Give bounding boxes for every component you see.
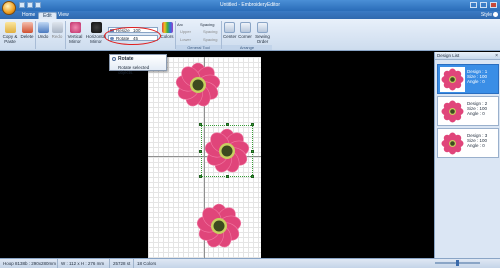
colors-label: Colors (160, 34, 174, 39)
copy-paste-label: Copy & Paste (2, 34, 18, 44)
tooltip-title: Rotate (118, 56, 134, 62)
design-angle: Angle : 0 (467, 111, 485, 116)
design-list-title: Design List (437, 53, 460, 58)
zoom-slider[interactable] (435, 260, 480, 266)
tab-home[interactable]: Home (18, 12, 39, 19)
style-menu[interactable]: Style (481, 12, 492, 19)
application-menu-button[interactable] (2, 1, 16, 15)
selection-box (201, 125, 253, 177)
flower-design-1[interactable] (172, 60, 224, 110)
arc-label: Arc (177, 22, 183, 27)
window-title: Untitled - EmbroideryEditor (219, 2, 281, 8)
close-button[interactable] (490, 2, 497, 8)
resize-handle[interactable] (251, 123, 254, 126)
status-hoop: Hoop 8138b : 290x280mm (0, 259, 58, 268)
resize-handle[interactable] (226, 123, 229, 126)
undo-button[interactable]: Undo (37, 22, 49, 39)
design-list-item[interactable]: Design : 1 Size : 100 Angle : 0 (437, 64, 499, 94)
spacing-a-button[interactable]: Spacing (203, 29, 217, 34)
design-thumbnail (440, 99, 465, 124)
flower-design-3[interactable] (193, 200, 245, 252)
center-label: Center (223, 34, 237, 39)
zoom-slider-thumb[interactable] (456, 260, 459, 266)
resize-handle[interactable] (199, 150, 202, 153)
delete-button[interactable]: Delete (20, 22, 34, 39)
corner-button[interactable]: Corner (238, 22, 252, 39)
help-icon[interactable] (493, 12, 498, 17)
vertical-mirror-icon (69, 22, 81, 33)
corner-label: Corner (238, 34, 252, 39)
status-dimensions: W : 112 x H : 276 mm (58, 259, 110, 268)
resize-handle[interactable] (251, 175, 254, 178)
resize-handle[interactable] (199, 175, 202, 178)
design-info: Design : 3 Size : 100 Angle : 0 (467, 133, 487, 148)
arc-lower-button[interactable]: Lower (180, 37, 191, 42)
sewing-order-icon (257, 22, 268, 33)
tooltip-title-row: Rotate (112, 56, 164, 62)
window-controls (470, 2, 497, 8)
delete-icon (21, 22, 33, 33)
colors-button[interactable]: Colors (160, 22, 174, 39)
redo-button[interactable]: Redo (51, 22, 63, 39)
status-stitch-count: 25728 st (110, 259, 134, 268)
design-list-panel: Design List × Design : 1 Size : 100 Angl… (434, 52, 500, 258)
design-angle: Angle : 0 (467, 143, 485, 148)
design-thumbnail (440, 131, 465, 156)
design-list-header: Design List × (435, 52, 500, 60)
status-bar: Hoop 8138b : 290x280mm W : 112 x H : 276… (0, 258, 500, 268)
design-info: Design : 1 Size : 100 Angle : 0 (467, 69, 487, 84)
spacing-label: Spacing (200, 22, 215, 27)
resize-handle[interactable] (199, 123, 202, 126)
vertical-mirror-label: Vertical Mirror (67, 34, 83, 44)
redo-label: Redo (51, 34, 63, 39)
design-list-item[interactable]: Design : 2 Size : 100 Angle : 0 (437, 96, 499, 126)
arc-upper-button[interactable]: Upper (180, 29, 191, 34)
minimize-button[interactable] (470, 2, 477, 8)
ribbon: Copy & Paste Delete Undo Redo Vertical M… (0, 19, 500, 51)
group-label-general-tool: General Tool (176, 45, 221, 50)
highlight-oval (104, 27, 161, 45)
rotate-tooltip: Rotate Rotate selected objects. (109, 54, 167, 75)
corner-icon (239, 22, 251, 33)
design-list-item[interactable]: Design : 3 Size : 100 Angle : 0 (437, 128, 499, 158)
horizontal-mirror-button[interactable]: Horizontal Mirror (85, 22, 107, 44)
center-icon (224, 22, 235, 33)
undo-icon (37, 22, 49, 33)
vertical-mirror-button[interactable]: Vertical Mirror (66, 22, 84, 44)
maximize-button[interactable] (480, 2, 487, 8)
group-label-arrange: Arrange (222, 45, 272, 50)
colors-icon (161, 22, 173, 33)
design-info: Design : 2 Size : 100 Angle : 0 (467, 101, 487, 116)
design-angle: Angle : 0 (467, 79, 485, 84)
undo-label: Undo (37, 34, 49, 39)
ribbon-tab-row: Home Edit View Style (0, 11, 500, 19)
redo-icon (51, 22, 63, 33)
ribbon-separator (35, 21, 36, 49)
copy-paste-button[interactable]: Copy & Paste (2, 22, 18, 44)
resize-handle[interactable] (251, 150, 254, 153)
tooltip-description: Rotate selected objects. (118, 65, 150, 75)
center-button[interactable]: Center (223, 22, 237, 39)
sewing-order-button[interactable]: Sewing Order (254, 22, 271, 44)
rotate-icon (112, 57, 116, 61)
spacing-b-button[interactable]: Spacing (203, 37, 217, 42)
resize-handle[interactable] (226, 175, 229, 178)
clipboard-icon (4, 22, 16, 33)
design-thumbnail (440, 67, 465, 92)
sewing-order-label: Sewing Order (255, 34, 270, 44)
delete-label: Delete (20, 34, 34, 39)
horizontal-mirror-icon (90, 22, 102, 33)
status-color-count: 18 Colors (137, 261, 157, 266)
tab-view[interactable]: View (54, 12, 73, 19)
close-icon[interactable]: × (495, 53, 498, 59)
title-bar: Untitled - EmbroideryEditor (0, 0, 500, 11)
